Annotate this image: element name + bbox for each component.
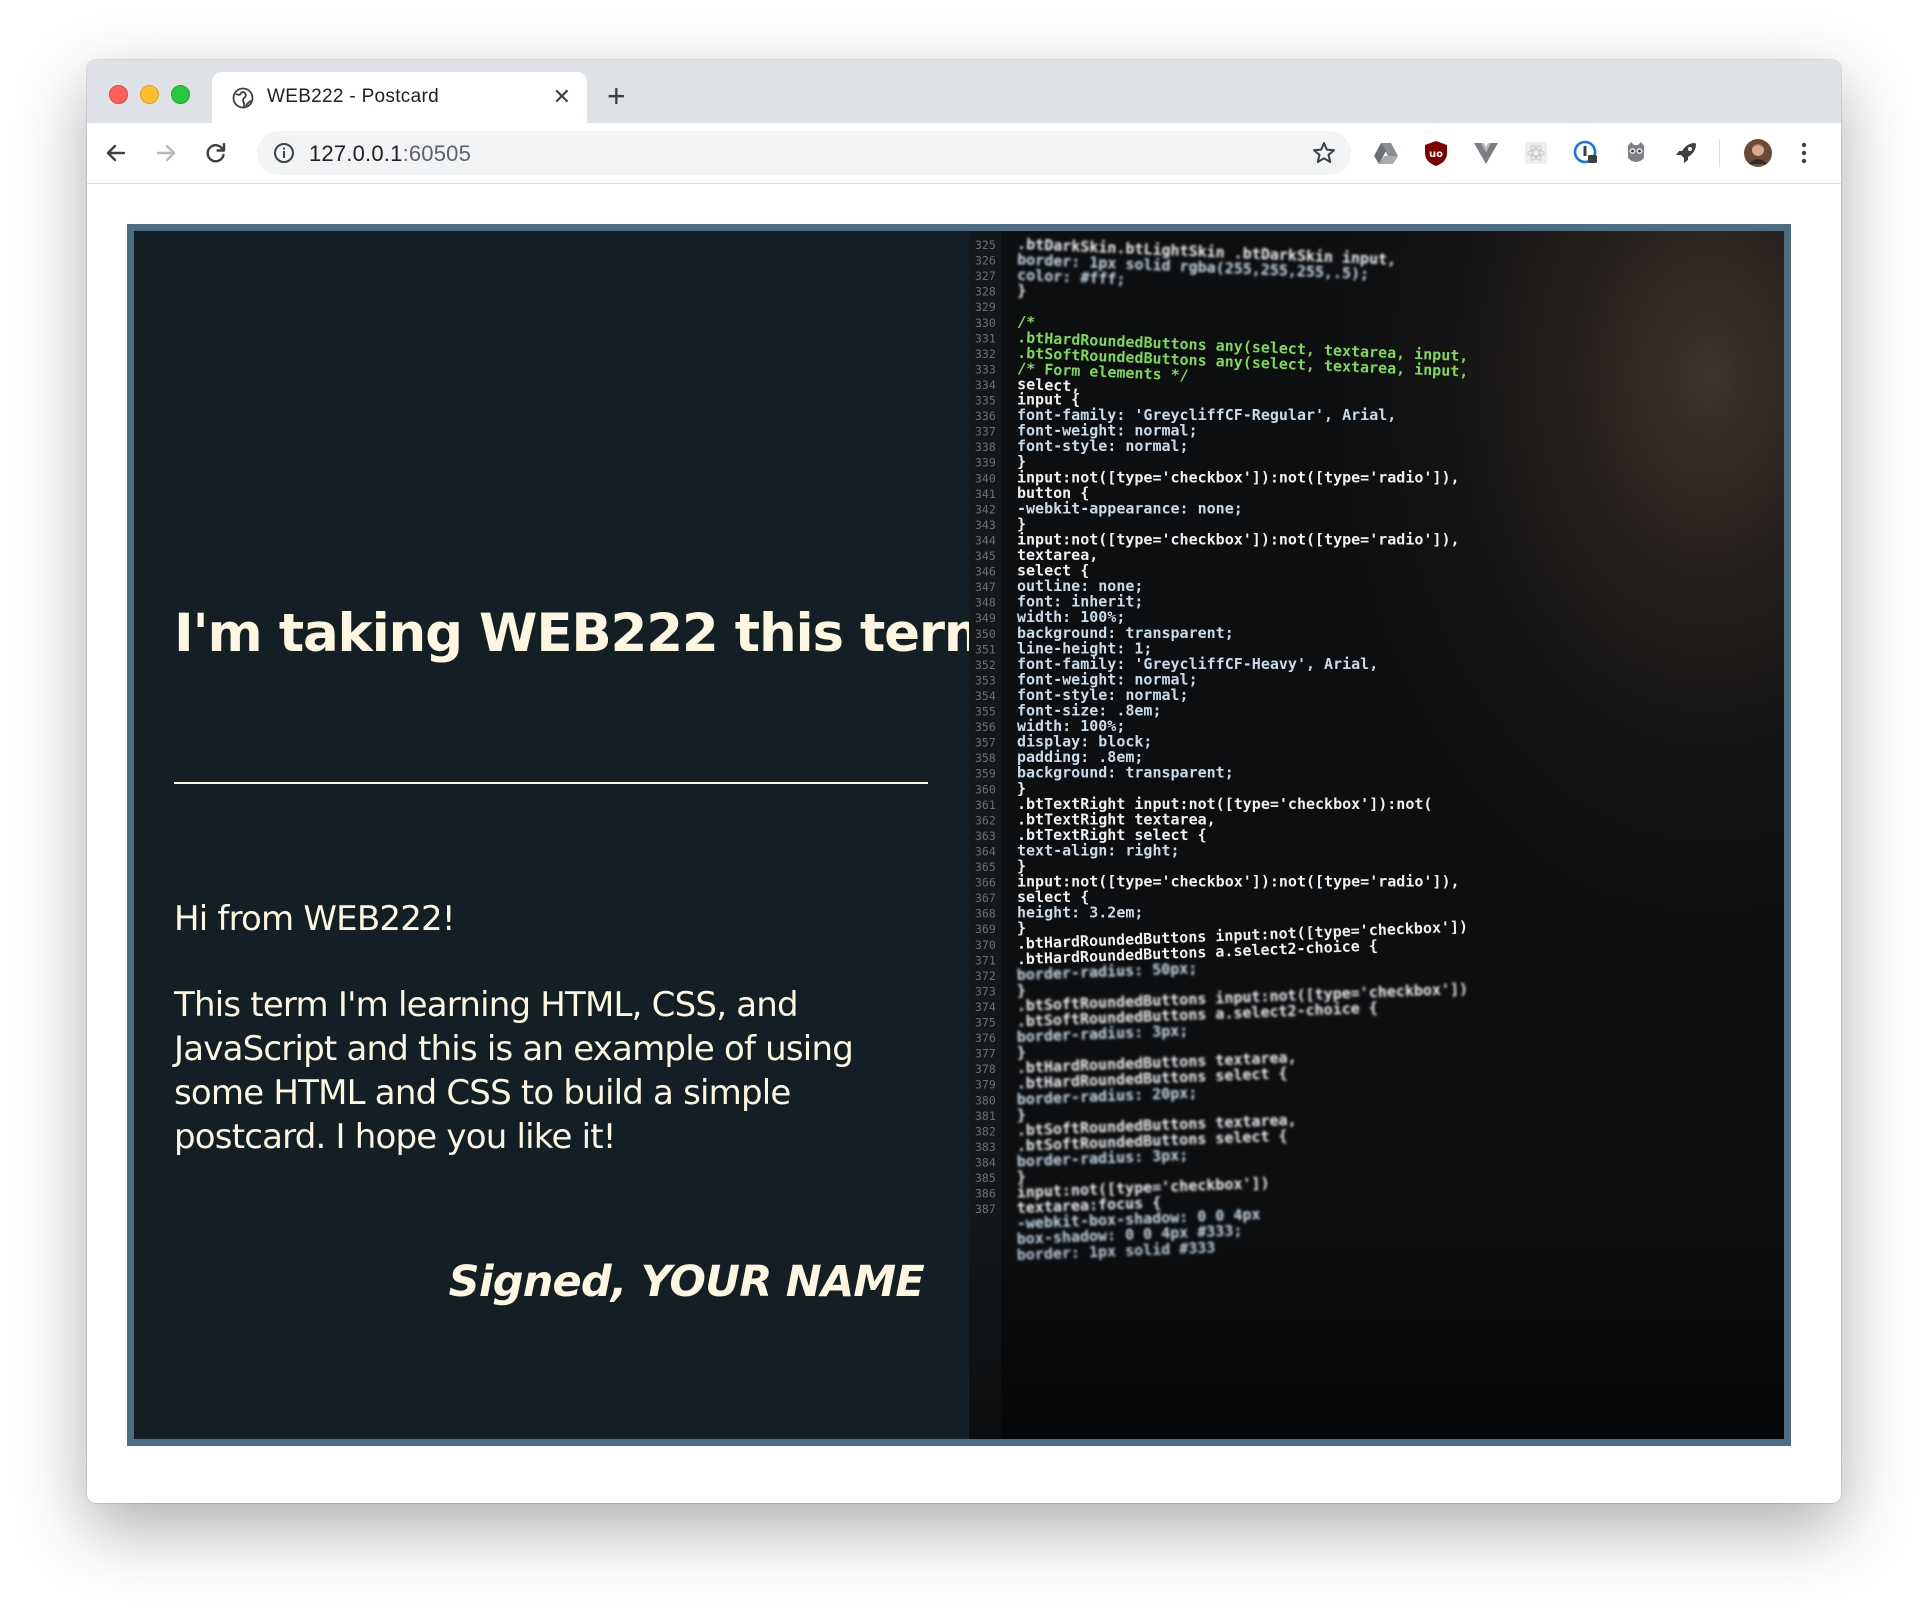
vue-devtools-icon[interactable] [1471,138,1501,168]
forward-arrow-icon[interactable] [151,138,181,168]
password-manager-icon[interactable] [1571,138,1601,168]
tab-strip: WEB222 - Postcard ✕ + [87,60,1841,123]
heading-divider [174,782,928,784]
tab-title: WEB222 - Postcard [267,86,439,107]
reload-icon[interactable] [201,138,231,168]
browser-window: WEB222 - Postcard ✕ + 127.0.0.1:60505 uo… [87,60,1841,1503]
new-tab-button[interactable]: + [607,80,626,112]
back-arrow-icon[interactable] [101,138,131,168]
globe-icon [232,87,254,109]
code-screenshot-image: 3253263273283293303313323333343353363373… [969,231,1784,1439]
url-text[interactable]: 127.0.0.1:60505 [309,141,471,167]
postcard-greeting: Hi from WEB222! [174,899,456,939]
tab-postcard[interactable]: WEB222 - Postcard ✕ [212,72,587,123]
page-viewport: I'm taking WEB222 this term Hi from WEB2… [87,184,1841,1503]
toolbar-divider [1719,139,1720,167]
tab-close-button[interactable]: ✕ [553,86,571,108]
browser-toolbar: 127.0.0.1:60505 uo [87,123,1841,184]
close-window-button[interactable] [109,85,128,104]
react-devtools-icon[interactable] [1521,138,1551,168]
svg-text:uo: uo [1429,149,1443,160]
rocket-icon[interactable] [1671,138,1701,168]
zoom-window-button[interactable] [171,85,190,104]
more-menu-icon[interactable] [1800,139,1808,167]
postcard: I'm taking WEB222 this term Hi from WEB2… [127,224,1791,1446]
url-port: :60505 [402,141,472,166]
url-host: 127.0.0.1 [309,141,403,166]
google-drive-icon[interactable] [1371,138,1401,168]
code-image-canvas: 3253263273283293303313323333343353363373… [969,231,1784,1439]
postcard-signature: Signed, YOUR NAME [448,1257,925,1307]
minimize-window-button[interactable] [140,85,159,104]
profile-avatar[interactable] [1743,138,1773,168]
postcard-message: This term I'm learning HTML, CSS, and Ja… [174,985,854,1157]
postcard-text-side: I'm taking WEB222 this term Hi from WEB2… [134,231,999,1439]
postcard-heading: I'm taking WEB222 this term [174,603,999,664]
owl-extension-icon[interactable] [1621,138,1651,168]
bookmark-star-icon[interactable] [1311,140,1337,166]
site-info-icon[interactable] [272,141,296,165]
address-bar[interactable]: 127.0.0.1:60505 [257,131,1351,175]
ublock-origin-icon[interactable]: uo [1421,138,1451,168]
